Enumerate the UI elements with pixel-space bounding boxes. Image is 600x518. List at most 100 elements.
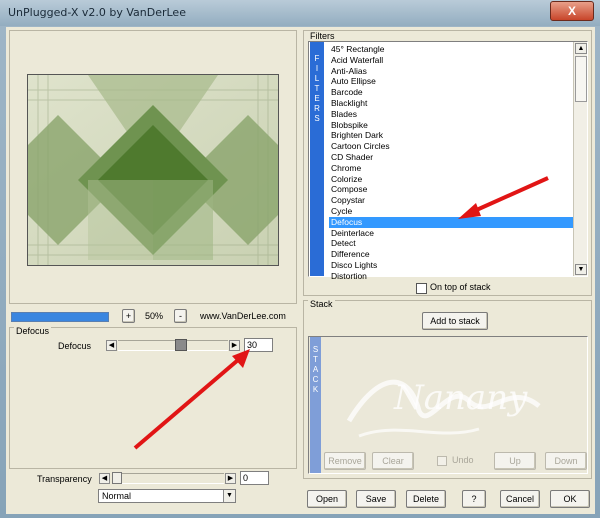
filters-panel: Filters FILTERS 45° Rectangle Acid Waterf… — [303, 30, 592, 296]
filters-side-letter: I — [315, 64, 319, 73]
stack-side-bar: STACK — [310, 337, 321, 473]
defocus-slider-track[interactable] — [118, 340, 228, 351]
zoom-out-button[interactable]: - — [174, 309, 187, 323]
arrow-left-icon: ◀ — [108, 342, 115, 349]
help-label: ? — [471, 494, 477, 504]
scroll-up-button[interactable]: ▲ — [575, 43, 587, 54]
filters-side-bar: FILTERS — [310, 42, 324, 276]
filter-item[interactable]: Copystar — [329, 195, 576, 206]
filters-side-letter: E — [314, 94, 320, 103]
add-to-stack-button[interactable]: Add to stack — [422, 312, 488, 330]
stack-side-letter: K — [312, 385, 319, 394]
defocus-slider-thumb[interactable] — [175, 339, 187, 351]
stack-side-letter: C — [312, 375, 319, 384]
filters-group-label: Filters — [308, 31, 337, 41]
delete-label: Delete — [412, 494, 439, 504]
filter-item[interactable]: Brighten Dark — [329, 130, 576, 141]
filter-item[interactable]: Blades — [329, 109, 576, 120]
remove-button[interactable]: Remove — [324, 452, 366, 470]
filter-item[interactable]: Barcode — [329, 87, 576, 98]
undo-checkbox[interactable] — [437, 456, 447, 466]
title-bar[interactable]: UnPlugged-X v2.0 by VanDerLee X — [0, 0, 600, 26]
remove-label: Remove — [328, 456, 362, 466]
filter-item[interactable]: Disco Lights — [329, 260, 576, 271]
filter-item[interactable]: Defocus — [329, 216, 576, 228]
transparency-label: Transparency — [37, 474, 92, 484]
zoom-value: 50% — [145, 311, 164, 321]
cancel-label: Cancel — [505, 494, 534, 504]
scroll-down-button[interactable]: ▼ — [575, 264, 587, 275]
arrow-left-icon: ◀ — [101, 475, 108, 482]
transparency-slider-thumb[interactable] — [112, 472, 122, 484]
ok-button[interactable]: OK — [550, 490, 590, 508]
close-button[interactable]: X — [550, 1, 594, 21]
watermark-text: Nanany — [393, 378, 528, 418]
filter-item[interactable]: Cycle — [329, 206, 576, 217]
filter-item[interactable]: Auto Ellipse — [329, 76, 576, 87]
chevron-down-icon[interactable]: ▼ — [223, 490, 235, 502]
transparency-value-field[interactable]: 0 — [240, 471, 269, 485]
filters-list[interactable]: FILTERS 45° Rectangle Acid Waterfall Anti-… — [308, 41, 588, 281]
filters-side-letter: L — [314, 74, 320, 83]
up-button[interactable]: Up — [494, 452, 536, 470]
clear-label: Clear — [382, 456, 404, 466]
filter-item[interactable]: Blacklight — [329, 98, 576, 109]
defocus-label: Defocus — [58, 341, 92, 351]
transparency-slider-track[interactable] — [122, 473, 224, 484]
zoom-in-button[interactable]: + — [122, 309, 135, 323]
filter-item[interactable]: Acid Waterfall — [329, 55, 576, 66]
zoom-minus-icon: - — [179, 311, 182, 321]
preview-image[interactable] — [27, 74, 279, 266]
stack-side-letter: A — [312, 365, 319, 374]
progress-bar — [11, 312, 109, 322]
arrow-down-icon: ▼ — [577, 266, 585, 273]
filter-item[interactable]: Anti-Alias — [329, 66, 576, 77]
zoom-plus-icon: + — [125, 311, 132, 321]
scrollbar-thumb[interactable] — [575, 56, 587, 102]
filter-item[interactable]: Compose — [329, 184, 576, 195]
transparency-slider-left[interactable]: ◀ — [99, 473, 110, 484]
filter-item[interactable]: Blobspike — [329, 120, 576, 131]
arrow-up-icon: ▲ — [577, 45, 585, 52]
parameter-panel: Defocus Defocus ◀ ▶ 30 — [9, 326, 297, 469]
defocus-value-field[interactable]: 30 — [244, 338, 273, 352]
undo-label: Undo — [452, 455, 474, 465]
blend-mode-value: Normal — [102, 491, 132, 501]
filters-scrollbar[interactable]: ▲ ▼ — [573, 42, 587, 276]
preview-panel — [9, 30, 297, 304]
cancel-button[interactable]: Cancel — [500, 490, 540, 508]
filters-side-letter: S — [314, 114, 320, 123]
on-top-label: On top of stack — [430, 282, 491, 292]
clear-button[interactable]: Clear — [372, 452, 414, 470]
add-to-stack-label: Add to stack — [430, 316, 480, 326]
save-button[interactable]: Save — [356, 490, 396, 508]
down-button[interactable]: Down — [545, 452, 587, 470]
filter-item[interactable]: Cartoon Circles — [329, 141, 576, 152]
website-link[interactable]: www.VanDerLee.com — [200, 311, 286, 321]
filter-item[interactable]: Distortion — [329, 271, 576, 282]
parameter-group-label: Defocus — [14, 326, 52, 336]
defocus-slider-right[interactable]: ▶ — [229, 340, 240, 351]
down-label: Down — [554, 456, 578, 466]
arrow-right-icon: ▶ — [231, 342, 238, 349]
filter-item[interactable]: 45° Rectangle — [329, 44, 576, 55]
defocus-slider-left[interactable]: ◀ — [106, 340, 117, 351]
filter-item[interactable]: Difference — [329, 249, 576, 260]
on-top-checkbox[interactable] — [416, 283, 427, 294]
filter-item[interactable]: Chrome — [329, 163, 576, 174]
open-button[interactable]: Open — [307, 490, 347, 508]
filter-item[interactable]: CD Shader — [329, 152, 576, 163]
save-label: Save — [365, 494, 387, 504]
blend-mode-select[interactable]: Normal ▼ — [98, 489, 236, 503]
dialog-client: + 50% - www.VanDerLee.com Defocus Defocu… — [6, 27, 595, 514]
watermark-logo: Nanany — [346, 378, 541, 438]
filter-item[interactable]: Colorize — [329, 174, 576, 185]
help-button[interactable]: ? — [462, 490, 486, 508]
delete-button[interactable]: Delete — [406, 490, 446, 508]
filters-side-letter: R — [314, 104, 320, 113]
stack-group-label: Stack — [308, 299, 335, 309]
filter-item[interactable]: Detect — [329, 238, 576, 249]
transparency-slider-right[interactable]: ▶ — [225, 473, 236, 484]
filter-item[interactable]: Deinterlace — [329, 228, 576, 239]
up-label: Up — [509, 456, 521, 466]
